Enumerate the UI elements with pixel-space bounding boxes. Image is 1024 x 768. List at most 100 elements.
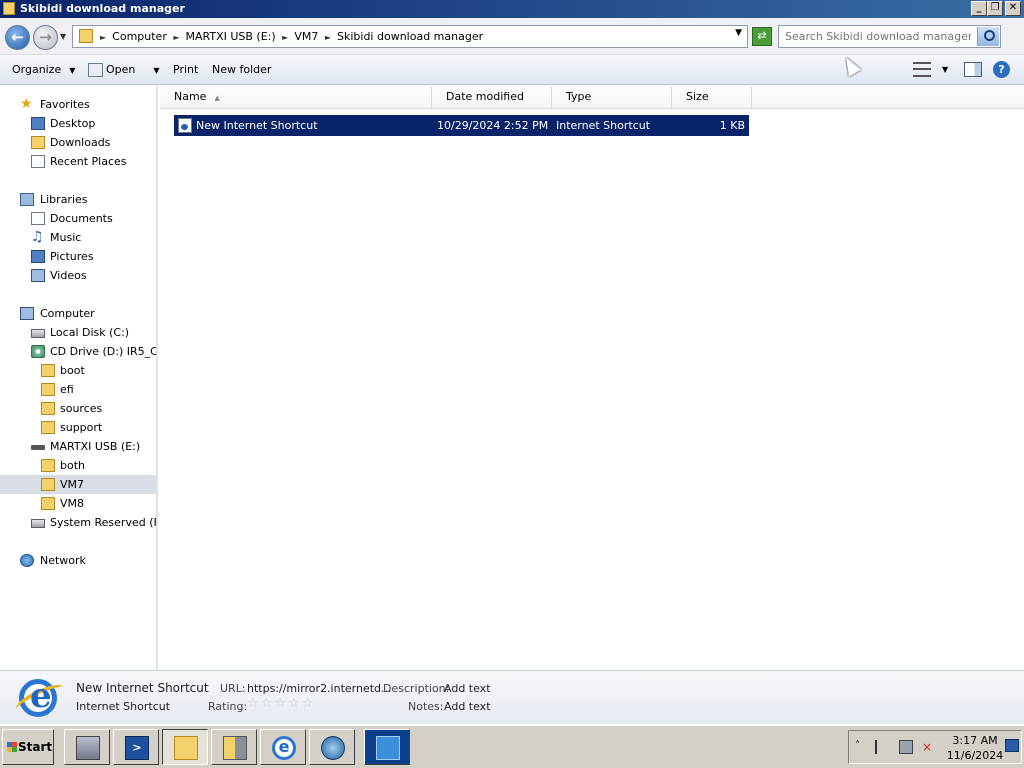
organize-button[interactable]: Organize ▼ (12, 55, 75, 84)
star-icon[interactable]: ☆ (302, 696, 314, 711)
start-button[interactable]: Start (2, 729, 54, 765)
recent-pages-dropdown[interactable]: ▼ (60, 32, 66, 41)
nav-usb-drive[interactable]: MARTXI USB (E:) (0, 437, 156, 456)
chevron-up-icon[interactable]: ˄ (855, 740, 860, 751)
nav-videos[interactable]: Videos (0, 266, 156, 285)
file-row[interactable]: New Internet Shortcut 10/29/2024 2:52 PM… (174, 115, 749, 136)
taskbar-powershell[interactable]: > (113, 729, 159, 765)
nav-pictures[interactable]: Pictures (0, 247, 156, 266)
nav-recent-places[interactable]: Recent Places (0, 152, 156, 171)
nav-label: Pictures (50, 250, 94, 263)
clock[interactable]: 3:17 AM 11/6/2024 (945, 733, 1005, 763)
breadcrumb: ► Computer ► MARTXI USB (E:) ► VM7 ► Skibidi… (97, 26, 483, 47)
nav-folder-support[interactable]: support (0, 418, 156, 437)
nav-libraries[interactable]: Libraries (0, 190, 156, 209)
nav-desktop[interactable]: Desktop (0, 114, 156, 133)
preview-pane-icon[interactable] (964, 62, 982, 77)
crumb-current[interactable]: Skibidi download manager (337, 30, 483, 43)
open-button[interactable]: Open ▼ (88, 55, 160, 84)
nav-label: boot (60, 364, 85, 377)
chevron-right-icon[interactable]: ► (100, 33, 106, 42)
nav-local-disk[interactable]: Local Disk (C:) (0, 323, 156, 342)
chevron-right-icon[interactable]: ► (173, 33, 179, 42)
nav-system-reserved[interactable]: System Reserved (F:) (0, 513, 156, 532)
column-header-size[interactable]: Size (672, 86, 752, 108)
views-icon[interactable] (913, 62, 931, 77)
nav-folder-vm8[interactable]: VM8 (0, 494, 156, 513)
chevron-right-icon[interactable]: ► (282, 33, 288, 42)
url-value[interactable]: https://mirror2.internetd... (247, 682, 392, 695)
back-button[interactable]: ← (5, 25, 30, 50)
nav-label: efi (60, 383, 74, 396)
new-folder-button[interactable]: New folder (212, 55, 271, 84)
nav-label: Downloads (50, 136, 111, 149)
nav-folder-sources[interactable]: sources (0, 399, 156, 418)
nav-folder-both[interactable]: both (0, 456, 156, 475)
videos-icon (31, 269, 45, 282)
recent-places-icon (31, 155, 45, 168)
rating-stars[interactable]: ☆ ☆ ☆ ☆ ☆ (247, 696, 315, 711)
nav-label: Documents (50, 212, 113, 225)
search-input[interactable] (780, 27, 976, 46)
libraries-icon (20, 193, 34, 206)
refresh-button[interactable]: ⇄ (752, 27, 772, 46)
nav-computer[interactable]: Computer (0, 304, 156, 323)
pictures-icon (31, 250, 45, 263)
help-icon[interactable]: ? (993, 61, 1010, 78)
column-header-date[interactable]: Date modified (432, 86, 552, 108)
nav-network[interactable]: Network (0, 551, 156, 570)
crumb-usb[interactable]: MARTXI USB (E:) (186, 30, 276, 43)
refresh-icon: ⇄ (757, 29, 767, 42)
nav-label: VM8 (60, 497, 85, 510)
nav-downloads[interactable]: Downloads (0, 133, 156, 152)
taskbar-internet-explorer[interactable]: e (260, 729, 306, 765)
restore-button[interactable]: ❐ (987, 1, 1003, 16)
star-icon[interactable]: ☆ (274, 696, 286, 711)
file-size: 1 KB (719, 119, 745, 132)
navigation-pane[interactable]: ★ Favorites Desktop Downloads Recent Pla… (0, 86, 158, 670)
address-bar[interactable]: ► Computer ► MARTXI USB (E:) ► VM7 ► Skibidi… (72, 25, 748, 48)
nav-documents[interactable]: Documents (0, 209, 156, 228)
star-icon[interactable]: ☆ (288, 696, 300, 711)
volume-muted-icon[interactable]: × (922, 740, 936, 754)
close-button[interactable]: ✕ (1005, 1, 1021, 16)
star-icon[interactable]: ☆ (247, 696, 259, 711)
column-header-row: Name ▲ Date modified Type Size (160, 86, 1024, 109)
flag-icon[interactable] (875, 740, 889, 754)
search-box[interactable] (778, 25, 1001, 48)
taskbar-network-app[interactable] (309, 729, 355, 765)
file-list[interactable]: Name ▲ Date modified Type Size New Intern… (160, 86, 1024, 670)
nav-folder-boot[interactable]: boot (0, 361, 156, 380)
network-status-icon[interactable] (899, 740, 913, 754)
print-button[interactable]: Print (173, 55, 198, 84)
search-icon[interactable] (977, 27, 999, 46)
folder-icon (174, 736, 198, 760)
nav-label: MARTXI USB (E:) (50, 440, 141, 453)
chevron-down-icon[interactable]: ▼ (942, 65, 948, 74)
nav-folder-efi[interactable]: efi (0, 380, 156, 399)
column-header-type[interactable]: Type (552, 86, 672, 108)
column-header-name[interactable]: Name ▲ (160, 86, 432, 108)
description-value[interactable]: Add text (444, 682, 491, 695)
globe-icon (321, 736, 345, 760)
taskbar-tools[interactable] (211, 729, 257, 765)
address-dropdown[interactable]: ▼ (735, 28, 742, 38)
minimize-button[interactable]: _ (971, 1, 987, 16)
nav-folder-vm7[interactable]: VM7 (0, 475, 156, 494)
taskbar-server-manager[interactable] (64, 729, 110, 765)
chevron-right-icon[interactable]: ► (325, 33, 331, 42)
nav-music[interactable]: ♫ Music (0, 228, 156, 247)
notes-value[interactable]: Add text (444, 700, 491, 713)
star-icon: ★ (20, 96, 33, 112)
title-bar[interactable]: Skibidi download manager _ ❐ ✕ (0, 0, 1024, 18)
notes-label: Notes: (408, 700, 444, 713)
taskbar-explorer[interactable] (162, 729, 208, 765)
taskbar-remote-app[interactable] (364, 729, 410, 765)
show-desktop-icon[interactable] (1005, 739, 1019, 752)
nav-cd-drive[interactable]: CD Drive (D:) IR5_CCS (0, 342, 156, 361)
crumb-computer[interactable]: Computer (112, 30, 167, 43)
forward-button[interactable]: → (33, 25, 58, 50)
crumb-vm7[interactable]: VM7 (294, 30, 318, 43)
star-icon[interactable]: ☆ (261, 696, 273, 711)
nav-favorites[interactable]: ★ Favorites (0, 95, 156, 114)
